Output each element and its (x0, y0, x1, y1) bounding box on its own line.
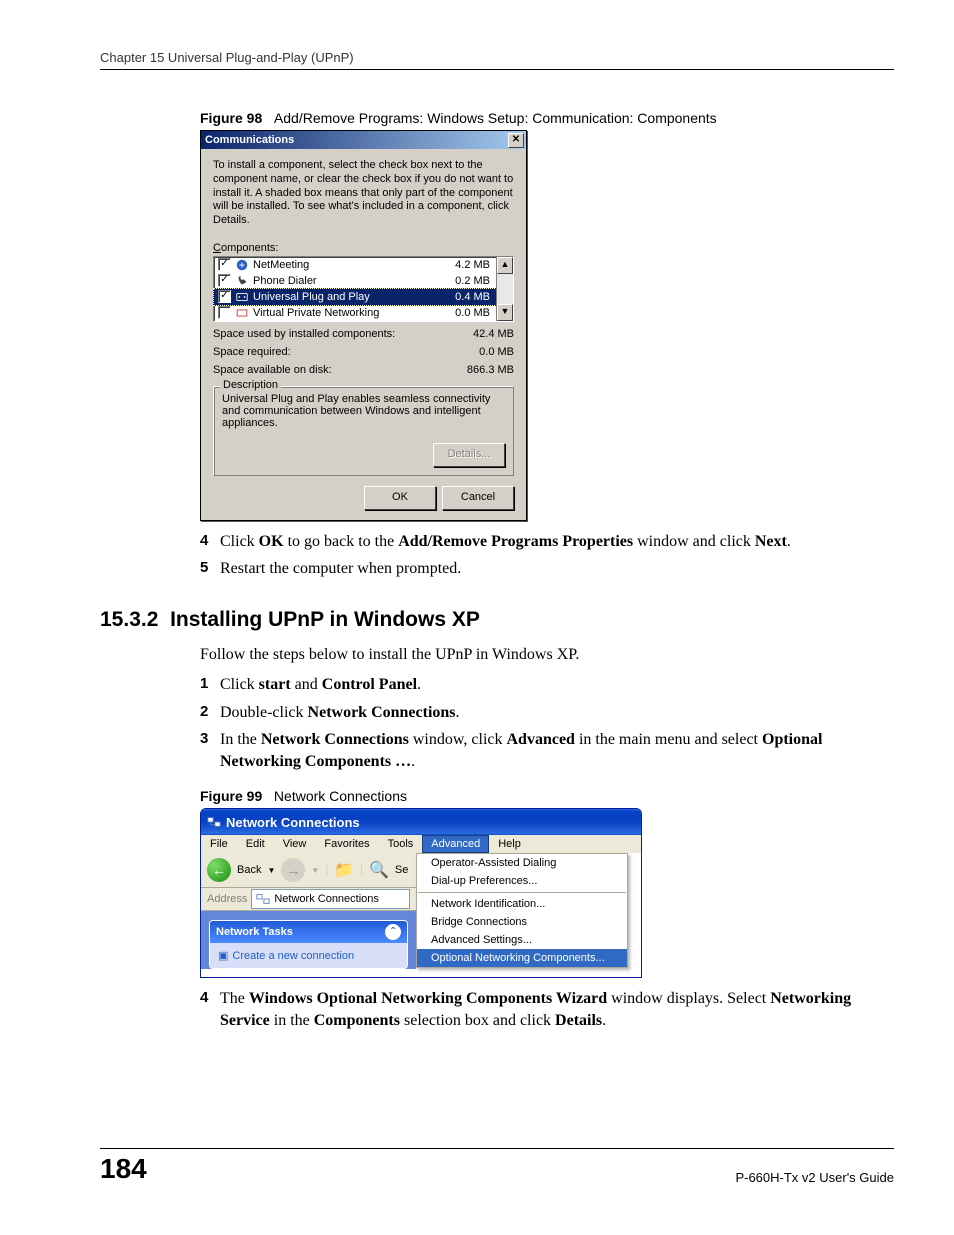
menu-tools[interactable]: Tools (379, 835, 423, 853)
menuitem[interactable]: Advanced Settings... (417, 931, 627, 949)
component-row[interactable]: ✓ Phone Dialer 0.2 MB (214, 273, 496, 289)
space-avail-label: Space available on disk: (213, 364, 332, 376)
space-used-value: 42.4 MB (473, 328, 514, 340)
space-avail-value: 866.3 MB (467, 364, 514, 376)
menu-edit[interactable]: Edit (237, 835, 274, 853)
component-name: Virtual Private Networking (253, 307, 451, 319)
component-icon (235, 258, 249, 272)
checkbox-icon[interactable]: ✓ (218, 258, 231, 271)
communications-dialog: Communications ✕ To install a component,… (200, 130, 527, 521)
create-connection-link[interactable]: ▣ Create a new connection (218, 949, 399, 962)
advanced-menu-dropdown[interactable]: Operator-Assisted DialingDial-up Prefere… (416, 853, 628, 968)
up-folder-icon[interactable]: 📁 (334, 860, 354, 880)
scrollbar[interactable]: ▲ ▼ (496, 257, 513, 321)
menu-advanced[interactable]: Advanced (422, 835, 489, 853)
xp-address-bar: Address Network Connections (201, 888, 416, 911)
step-3: 3 In the Network Connections window, cli… (200, 729, 894, 772)
steps-after-fig99: 4 The Windows Optional Networking Compon… (200, 988, 894, 1031)
search-icon[interactable]: 🔍 (369, 860, 389, 880)
forward-icon: → (281, 858, 305, 882)
collapse-icon[interactable]: ˆ (385, 924, 401, 940)
scroll-down-icon[interactable]: ▼ (497, 304, 513, 321)
space-req-value: 0.0 MB (479, 346, 514, 358)
component-size: 0.4 MB (455, 291, 492, 303)
description-groupbox: Description Universal Plug and Play enab… (213, 386, 514, 476)
ok-button[interactable]: OK (364, 486, 436, 510)
network-connections-window: Network Connections FileEditViewFavorite… (200, 808, 642, 978)
details-button: Details... (433, 443, 505, 467)
guide-title: P-660H-Tx v2 User's Guide (735, 1170, 894, 1185)
component-row[interactable]: ✓ Universal Plug and Play 0.4 MB (213, 288, 497, 306)
component-name: Universal Plug and Play (253, 291, 451, 303)
section-heading: 15.3.2 Installing UPnP in Windows XP (100, 608, 894, 632)
menuitem[interactable]: Optional Networking Components... (417, 949, 627, 967)
menu-favorites[interactable]: Favorites (315, 835, 378, 853)
step-2: 2 Double-click Network Connections. (200, 702, 894, 724)
step-1: 1 Click start and Control Panel. (200, 674, 894, 696)
xp-menubar[interactable]: FileEditViewFavoritesToolsAdvancedHelp (201, 835, 641, 853)
component-row[interactable]: ✓ NetMeeting 4.2 MB (214, 257, 496, 273)
address-input[interactable]: Network Connections (251, 889, 410, 909)
menu-view[interactable]: View (274, 835, 316, 853)
back-icon[interactable]: ← (207, 858, 231, 882)
menuitem[interactable]: Operator-Assisted Dialing (417, 854, 627, 872)
component-row[interactable]: Virtual Private Networking 0.0 MB (214, 305, 496, 321)
address-label: Address (207, 893, 247, 905)
netconn-icon (207, 815, 221, 829)
steps-after-fig98: 4 Click OK to go back to the Add/Remove … (200, 531, 894, 580)
menuitem[interactable]: Bridge Connections (417, 913, 627, 931)
network-tasks-panel: Network Tasks ˆ ▣ Create a new connectio… (209, 920, 408, 969)
address-icon (256, 892, 270, 906)
checkbox-icon[interactable]: ✓ (218, 274, 231, 287)
component-icon (235, 274, 249, 288)
component-size: 0.2 MB (455, 275, 492, 287)
page-footer: 184 P-660H-Tx v2 User's Guide (100, 1148, 894, 1185)
component-size: 4.2 MB (455, 259, 492, 271)
back-dropdown-icon[interactable]: ▼ (267, 866, 275, 875)
space-used-label: Space used by installed components: (213, 328, 395, 340)
fwd-dropdown-icon: ▼ (311, 866, 319, 875)
xp-toolbar: ← Back ▼ → ▼ | 📁 | 🔍 Se (201, 853, 416, 888)
step-4b: 4 The Windows Optional Networking Compon… (200, 988, 894, 1031)
scroll-up-icon[interactable]: ▲ (497, 257, 513, 274)
components-listbox[interactable]: ✓ NetMeeting 4.2 MB ✓ Phone Dialer 0.2 MB ✓ Uni… (213, 256, 514, 322)
menu-file[interactable]: File (201, 835, 237, 853)
wizard-icon: ▣ (218, 949, 228, 962)
steps-xp: 1 Click start and Control Panel. 2 Doubl… (200, 674, 894, 772)
menu-help[interactable]: Help (489, 835, 530, 853)
page-number: 184 (100, 1153, 147, 1185)
figure99-caption: Figure 99 Network Connections (200, 788, 894, 804)
component-icon (235, 306, 249, 320)
checkbox-icon[interactable]: ✓ (218, 290, 231, 303)
back-label[interactable]: Back (237, 864, 261, 876)
description-text: Universal Plug and Play enables seamless… (222, 393, 505, 429)
description-legend: Description (220, 379, 281, 391)
checkbox-icon[interactable] (218, 306, 231, 319)
cancel-button[interactable]: Cancel (442, 486, 514, 510)
close-icon[interactable]: ✕ (508, 133, 524, 148)
component-icon (235, 290, 249, 304)
components-label: Components: (213, 242, 514, 254)
dialog-title: Communications (205, 134, 294, 146)
running-header: Chapter 15 Universal Plug-and-Play (UPnP… (100, 50, 894, 70)
component-name: Phone Dialer (253, 275, 451, 287)
component-size: 0.0 MB (455, 307, 492, 319)
network-tasks-header: Network Tasks (216, 926, 293, 938)
step-4: 4 Click OK to go back to the Add/Remove … (200, 531, 894, 553)
figure98-caption: Figure 98 Add/Remove Programs: Windows S… (200, 110, 894, 126)
dialog-titlebar: Communications ✕ (201, 131, 526, 149)
section-intro: Follow the steps below to install the UP… (200, 646, 894, 664)
dialog-instructions: To install a component, select the check… (213, 159, 514, 228)
step-5: 5 Restart the computer when prompted. (200, 558, 894, 580)
menuitem[interactable]: Dial-up Preferences... (417, 872, 627, 890)
menuitem[interactable]: Network Identification... (417, 895, 627, 913)
space-req-label: Space required: (213, 346, 291, 358)
search-label[interactable]: Se (395, 864, 408, 876)
xp-titlebar: Network Connections (201, 809, 641, 835)
component-name: NetMeeting (253, 259, 451, 271)
